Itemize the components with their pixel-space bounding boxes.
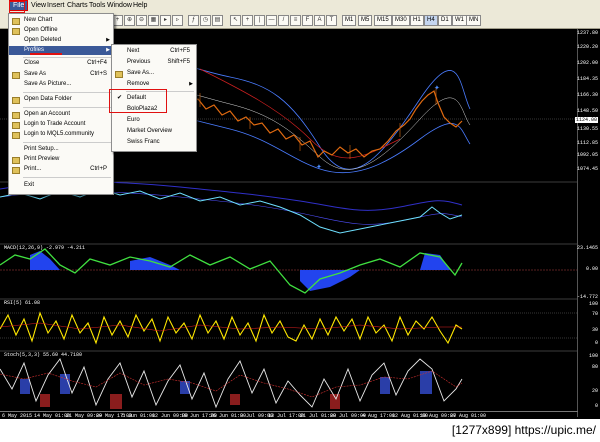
timeframe-m30[interactable]: M30 [392, 15, 410, 26]
menu-item-login-trade[interactable]: Login to Trade Account [9, 120, 113, 129]
mql5-icon [12, 132, 20, 139]
timeframe-m1[interactable]: M1 [342, 15, 357, 26]
price-tick: 1184.35 [576, 76, 598, 82]
timeframe-m15[interactable]: M15 [374, 15, 392, 26]
timeframe-h1[interactable]: H1 [410, 15, 424, 26]
channel-icon[interactable]: ≡ [290, 15, 301, 26]
annotation-box-default [109, 89, 167, 113]
login-icon [12, 122, 20, 129]
menu-item-print-setup[interactable]: Print Setup... [9, 145, 113, 154]
fibonacci-icon[interactable]: F [302, 15, 313, 26]
save-icon [115, 71, 123, 78]
svg-text:✦: ✦ [316, 163, 322, 171]
rsi-label: RSI(5) 61.08 [4, 300, 41, 306]
menu-separator [23, 177, 111, 178]
price-tick: 1148.50 [576, 108, 598, 114]
menu-separator [23, 142, 111, 143]
print-preview-icon [12, 157, 20, 164]
print-icon [12, 167, 20, 174]
menu-item-save-as-picture[interactable]: Save As Picture... [9, 80, 113, 89]
price-tick: 1074.45 [576, 166, 598, 172]
file-menu: New Chart Open Offline Open Deleted ▶ Pro… [8, 13, 114, 195]
price-tick: 1130.55 [576, 126, 598, 132]
menu-item-open-data-folder[interactable]: Open Data Folder [9, 95, 113, 104]
new-chart-icon [12, 18, 20, 25]
stoch-label: Stoch(5,3,3) 55.60 44.7180 [4, 352, 83, 358]
text-icon[interactable]: A [314, 15, 325, 26]
price-tick: 1237.80 [576, 30, 598, 36]
cursor-icon[interactable]: ↖ [230, 15, 241, 26]
menu-item-market-overview[interactable]: Market Overview [112, 127, 196, 136]
crosshair-icon[interactable]: + [242, 15, 253, 26]
macd-axis-tick: 0.00 [585, 266, 598, 272]
menu-item-close[interactable]: Close Ctrl+F4 [9, 59, 113, 68]
current-price-label: 1124.00 [574, 117, 598, 123]
annotation-box-file [9, 1, 25, 13]
menu-item-swiss-franc[interactable]: Swiss Franc [112, 138, 196, 147]
stoch-axis-tick: 20 [591, 388, 598, 394]
menu-item-print[interactable]: Print... Ctrl+P [9, 165, 113, 174]
menu-separator [23, 57, 111, 58]
annotation-underline [30, 53, 62, 55]
template-icon[interactable]: ▤ [212, 15, 223, 26]
period-icon[interactable]: ◷ [200, 15, 211, 26]
menu-item-open-offline[interactable]: Open Offline [9, 26, 113, 35]
menu-separator [23, 107, 111, 108]
vertical-line-icon[interactable]: | [254, 15, 265, 26]
price-tick: 1112.85 [576, 140, 598, 146]
rsi-axis-tick: 70 [591, 311, 598, 317]
menu-help[interactable]: Help [130, 1, 150, 10]
submenu-arrow-icon: ▶ [106, 37, 110, 43]
zoom-in-icon[interactable]: ⊕ [124, 15, 135, 26]
save-icon [12, 72, 20, 79]
submenu-arrow-icon: ▶ [189, 81, 193, 87]
rsi-axis-tick: 100 [588, 301, 598, 307]
stoch-axis-tick: 0 [594, 403, 598, 409]
price-tick: 1092.05 [576, 152, 598, 158]
indicators-icon[interactable]: ƒ [188, 15, 199, 26]
autoscroll-icon[interactable]: ▸ [160, 15, 171, 26]
account-icon [12, 112, 20, 119]
price-tick: 1166.30 [576, 92, 598, 98]
price-tick: 1202.00 [576, 60, 598, 66]
menu-bar: File View Insert Charts Tools Window Hel… [0, 0, 600, 14]
grid-icon[interactable]: ▦ [148, 15, 159, 26]
menu-item-exit[interactable]: Exit [9, 181, 113, 190]
timeframe-h4[interactable]: H4 [424, 15, 438, 26]
timeframe-mn[interactable]: MN [466, 15, 482, 26]
stoch-axis-tick: 100 [588, 353, 598, 359]
menu-item-save-as[interactable]: Save As Ctrl+S [9, 70, 113, 79]
folder-icon [12, 97, 20, 104]
timeframe-d1[interactable]: D1 [438, 15, 452, 26]
submenu-arrow-icon: ▶ [106, 47, 110, 53]
macd-axis-tick: -14.772 [576, 294, 598, 300]
menu-item-open-account[interactable]: Open an Account [9, 110, 113, 119]
menu-item-profile-save-as[interactable]: Save As... [112, 69, 196, 78]
rsi-axis-tick: 0 [594, 340, 598, 346]
menu-separator [23, 92, 111, 93]
menu-item-remove[interactable]: Remove ▶ [112, 80, 196, 89]
macd-label: MACD(12,26,9) -2.979 -4.211 [4, 245, 86, 251]
timeframe-w1[interactable]: W1 [452, 15, 467, 26]
trendline-icon[interactable]: / [278, 15, 289, 26]
menu-item-new-chart[interactable]: New Chart [9, 16, 113, 25]
macd-axis-tick: 23.1465 [576, 245, 598, 251]
menu-item-previous[interactable]: Previous Shift+F5 [112, 58, 196, 67]
menu-item-next[interactable]: Next Ctrl+F5 [112, 47, 196, 56]
menu-item-print-preview[interactable]: Print Preview [9, 155, 113, 164]
zoom-out-icon[interactable]: ⊖ [136, 15, 147, 26]
menu-item-open-deleted[interactable]: Open Deleted ▶ [9, 36, 113, 45]
menu-item-login-mql5[interactable]: Login to MQL5.community [9, 130, 113, 139]
svg-text:✦: ✦ [434, 84, 440, 92]
open-offline-icon [12, 28, 20, 35]
stoch-axis-tick: 80 [591, 364, 598, 370]
menu-item-euro[interactable]: Euro [112, 116, 196, 125]
timeframe-m5[interactable]: M5 [358, 15, 373, 26]
rsi-axis-tick: 30 [591, 327, 598, 333]
chart-shift-icon[interactable]: ▹ [172, 15, 183, 26]
label-icon[interactable]: T [326, 15, 337, 26]
horizontal-line-icon[interactable]: — [266, 15, 277, 26]
watermark: [1277x899] https://upic.me/ [451, 423, 596, 437]
price-tick: 1220.20 [576, 44, 598, 50]
